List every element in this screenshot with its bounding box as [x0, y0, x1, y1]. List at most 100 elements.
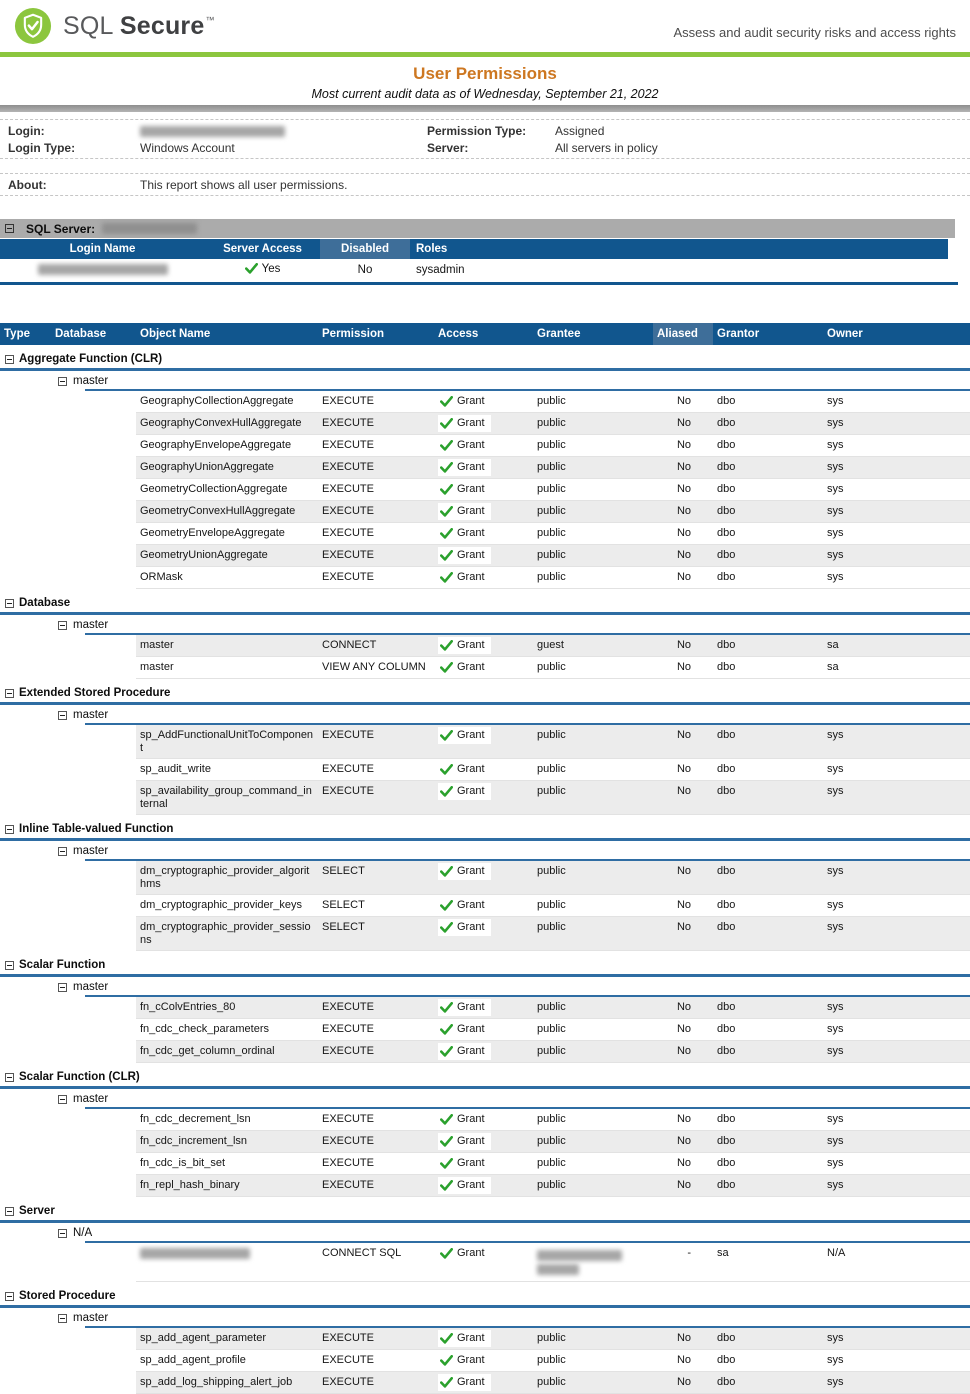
collapse-minus-icon[interactable] — [58, 983, 67, 992]
collapse-minus-icon[interactable] — [5, 355, 14, 364]
type-cell — [0, 391, 51, 413]
database-cell — [51, 1131, 136, 1153]
owner-cell: sys — [823, 435, 970, 457]
object-name-cell: fn_cdc_check_parameters — [136, 1019, 318, 1041]
grantee-cell: public — [533, 725, 653, 759]
owner-cell: sys — [823, 413, 970, 435]
access-cell: Grant — [434, 1131, 533, 1153]
access-value: Grant — [457, 1376, 485, 1389]
database-group-header[interactable]: master — [0, 615, 970, 633]
section-rows: fn_cdc_decrement_lsn EXECUTE Grant publi… — [0, 1109, 970, 1197]
collapse-minus-icon[interactable] — [58, 621, 67, 630]
type-cell — [0, 1019, 51, 1041]
green-check-icon — [440, 900, 453, 911]
collapse-minus-icon[interactable] — [5, 224, 14, 233]
grantor-cell: dbo — [713, 1019, 823, 1041]
object-name-cell: fn_repl_hash_binary — [136, 1175, 318, 1197]
aliased-cell: No — [653, 1131, 713, 1153]
permission-cell: EXECUTE — [318, 1019, 434, 1041]
type-group-header[interactable]: Scalar Function (CLR) — [0, 1067, 970, 1086]
type-group-header[interactable]: Aggregate Function (CLR) — [0, 349, 970, 368]
type-group-header[interactable]: Database — [0, 593, 970, 612]
database-group-header[interactable]: master — [0, 841, 970, 859]
type-cell — [0, 917, 51, 951]
access-cell: Grant — [434, 1243, 533, 1282]
owner-cell: sys — [823, 1328, 970, 1350]
aliased-cell: No — [653, 997, 713, 1019]
permission-type-label: Permission Type: — [427, 124, 555, 138]
collapse-minus-icon[interactable] — [58, 1314, 67, 1323]
permission-type-section: Server N/A CONNECT SQL Grant - sa N/A — [0, 1201, 970, 1282]
object-name-cell: dm_cryptographic_provider_keys — [136, 895, 318, 917]
grantor-cell: dbo — [713, 997, 823, 1019]
collapse-minus-icon[interactable] — [58, 1229, 67, 1238]
owner-cell: sys — [823, 725, 970, 759]
type-group-header[interactable]: Inline Table-valued Function — [0, 819, 970, 838]
collapse-minus-icon[interactable] — [5, 599, 14, 608]
database-group-label: master — [73, 845, 108, 857]
type-group-label: Scalar Function (CLR) — [19, 1071, 140, 1083]
database-cell — [51, 413, 136, 435]
aliased-cell: No — [653, 1041, 713, 1063]
collapse-minus-icon[interactable] — [5, 689, 14, 698]
database-cell — [51, 1175, 136, 1197]
collapse-minus-icon[interactable] — [5, 1292, 14, 1301]
grantee-cell: public — [533, 1041, 653, 1063]
owner-cell: sa — [823, 635, 970, 657]
object-name-cell: dm_cryptographic_provider_sessions — [136, 917, 318, 951]
database-group-header[interactable]: master — [0, 371, 970, 389]
permission-row: GeometryCollectionAggregate EXECUTE Gran… — [0, 479, 970, 501]
grantor-cell: dbo — [713, 501, 823, 523]
section-rows: master CONNECT Grant guest No dbo sa mas… — [0, 635, 970, 679]
green-check-icon — [440, 662, 453, 673]
sql-server-group-header[interactable]: SQL Server: — [0, 219, 955, 238]
collapse-minus-icon[interactable] — [58, 847, 67, 856]
owner-cell: sys — [823, 917, 970, 951]
permission-cell: EXECUTE — [318, 501, 434, 523]
database-cell — [51, 435, 136, 457]
type-group-header[interactable]: Scalar Function — [0, 955, 970, 974]
database-group-header[interactable]: master — [0, 977, 970, 995]
type-group-label: Extended Stored Procedure — [19, 687, 170, 699]
aliased-cell: No — [653, 1175, 713, 1197]
grantee-cell — [533, 1243, 653, 1282]
database-group-header[interactable]: master — [0, 1089, 970, 1107]
type-group-header[interactable]: Stored Procedure — [0, 1286, 970, 1305]
collapse-minus-icon[interactable] — [58, 1095, 67, 1104]
access-cell: Grant — [434, 413, 533, 435]
object-name-cell: sp_add_log_shipping_alert_job — [136, 1372, 318, 1394]
grantee-cell: public — [533, 413, 653, 435]
database-cell — [51, 861, 136, 895]
permission-cell: EXECUTE — [318, 781, 434, 815]
database-cell — [51, 545, 136, 567]
database-group-header[interactable]: master — [0, 705, 970, 723]
type-cell — [0, 479, 51, 501]
type-cell — [0, 1328, 51, 1350]
permission-cell: SELECT — [318, 895, 434, 917]
access-cell: Grant — [434, 781, 533, 815]
access-cell: Grant — [434, 567, 533, 589]
type-group-header[interactable]: Extended Stored Procedure — [0, 683, 970, 702]
collapse-minus-icon[interactable] — [58, 377, 67, 386]
permission-row: GeographyCollectionAggregate EXECUTE Gra… — [0, 391, 970, 413]
database-group-header[interactable]: N/A — [0, 1223, 970, 1241]
section-rows: GeographyCollectionAggregate EXECUTE Gra… — [0, 391, 970, 589]
permission-row: sp_AddFunctionalUnitToComponent EXECUTE … — [0, 725, 970, 759]
grantor-cell: dbo — [713, 725, 823, 759]
aliased-cell: No — [653, 861, 713, 895]
object-name-cell: GeographyEnvelopeAggregate — [136, 435, 318, 457]
collapse-minus-icon[interactable] — [5, 1207, 14, 1216]
collapse-minus-icon[interactable] — [58, 711, 67, 720]
collapse-minus-icon[interactable] — [5, 1073, 14, 1082]
collapse-minus-icon[interactable] — [5, 961, 14, 970]
collapse-minus-icon[interactable] — [5, 825, 14, 834]
grantee-cell: public — [533, 1372, 653, 1394]
aliased-cell: No — [653, 781, 713, 815]
grantee-cell: public — [533, 759, 653, 781]
object-name-cell: fn_cdc_decrement_lsn — [136, 1109, 318, 1131]
type-group-header[interactable]: Server — [0, 1201, 970, 1220]
database-cell — [51, 1153, 136, 1175]
permission-row: ORMask EXECUTE Grant public No dbo sys — [0, 567, 970, 589]
database-group-header[interactable]: master — [0, 1308, 970, 1326]
type-cell — [0, 1041, 51, 1063]
